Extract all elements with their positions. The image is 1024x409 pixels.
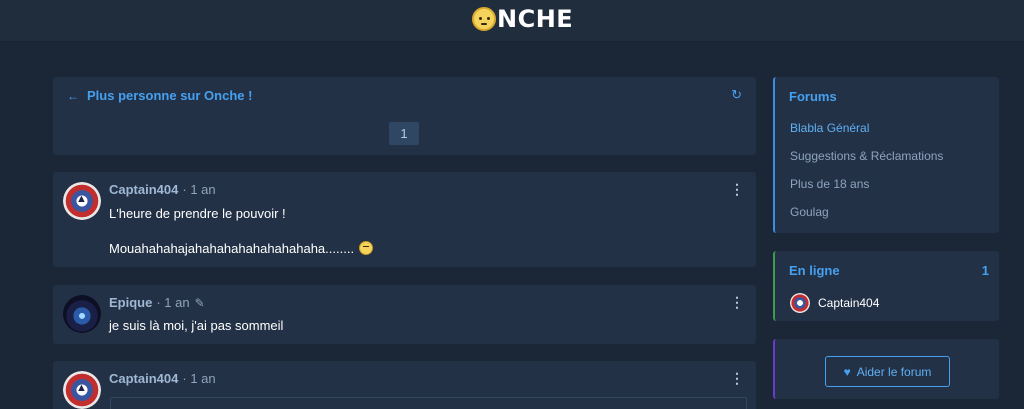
support-panel: ♥ Aider le forum (773, 339, 999, 399)
online-user[interactable]: Captain404 (790, 293, 879, 313)
post-author[interactable]: Captain404 (109, 182, 178, 197)
post-date: · 1 an (182, 182, 216, 197)
page-button[interactable]: 1 (389, 122, 419, 145)
post: Epique · 1 an ✎ ⋮ je suis là moi, j'ai p… (53, 285, 756, 344)
avatar[interactable] (63, 182, 101, 220)
sticker-icon (358, 241, 373, 255)
post-author[interactable]: Epique (109, 295, 152, 310)
post-text: Mouahahahajahahahahahahahahaha........ (109, 241, 355, 256)
refresh-icon[interactable]: ↻ (731, 87, 742, 103)
top-bar: NCHE (0, 0, 1024, 42)
online-panel: En ligne 1 Captain404 (773, 251, 999, 321)
forum-link[interactable]: Suggestions & Réclamations (790, 149, 943, 163)
avatar[interactable] (63, 295, 101, 333)
online-title: En ligne (789, 263, 840, 278)
heart-icon: ♥ (843, 364, 851, 379)
more-options-icon[interactable]: ⋮ (730, 295, 744, 309)
topic-header: ← Plus personne sur Onche ! ↻ 1 (53, 77, 756, 155)
post-header: Epique · 1 an ✎ (109, 295, 205, 310)
post-header: Captain404 · 1 an (109, 182, 216, 197)
post-text-line: Mouahahahajahahahahahahahahaha........ (109, 241, 373, 256)
post-date: · 1 an (156, 295, 190, 310)
forum-link[interactable]: Goulag (790, 205, 829, 219)
smiley-icon (472, 7, 496, 31)
more-options-icon[interactable]: ⋮ (730, 182, 744, 196)
post-text-line: L'heure de prendre le pouvoir ! (109, 206, 286, 221)
post-date: · 1 an (182, 371, 216, 386)
site-logo[interactable]: NCHE (472, 5, 573, 33)
avatar[interactable] (63, 371, 101, 409)
post-author[interactable]: Captain404 (109, 371, 178, 386)
arrow-left-icon: ← (67, 88, 79, 103)
support-label: Aider le forum (856, 364, 932, 379)
online-count: 1 (981, 263, 989, 278)
post-text-line: je suis là moi, j'ai pas sommeil (109, 318, 284, 333)
forum-link[interactable]: Blabla Général (790, 121, 869, 135)
forums-panel: Forums Blabla Général Suggestions & Récl… (773, 77, 999, 233)
forums-title: Forums (789, 89, 837, 104)
post: Captain404 · 1 an ⋮ (53, 361, 756, 409)
logo-text: NCHE (497, 5, 574, 33)
online-username: Captain404 (818, 296, 880, 310)
quote-block (110, 397, 747, 409)
avatar (790, 293, 810, 313)
post-header: Captain404 · 1 an (109, 371, 216, 386)
back-link[interactable]: ← Plus personne sur Onche ! (67, 88, 252, 103)
topic-title: Plus personne sur Onche ! (87, 88, 253, 103)
forum-link[interactable]: Plus de 18 ans (790, 177, 869, 191)
post: Captain404 · 1 an ⋮ L'heure de prendre l… (53, 172, 756, 267)
support-button[interactable]: ♥ Aider le forum (825, 356, 950, 387)
more-options-icon[interactable]: ⋮ (730, 371, 744, 385)
pencil-icon: ✎ (194, 295, 205, 310)
